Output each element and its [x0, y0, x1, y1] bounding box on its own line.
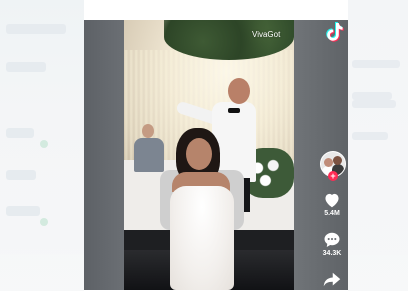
comment-count: 34.3K	[322, 250, 342, 257]
tiktok-embed-page: VivaGot + 5.4M 34.3K	[0, 0, 408, 291]
share-icon	[323, 272, 341, 287]
background-left-panel	[0, 0, 84, 291]
share-button[interactable]	[316, 272, 348, 287]
comment-icon	[324, 232, 340, 247]
like-count: 5.4M	[324, 210, 340, 217]
video-backdrop-left	[84, 20, 124, 290]
tiktok-logo-icon[interactable]	[322, 20, 346, 44]
background-right-panel	[348, 0, 408, 291]
heart-icon	[325, 193, 339, 208]
video-watermark: VivaGot	[252, 30, 281, 39]
video-scene-bride	[162, 128, 244, 290]
follow-plus-icon[interactable]: +	[328, 171, 338, 181]
comment-button[interactable]: 34.3K	[316, 231, 348, 257]
video-player[interactable]: VivaGot	[124, 20, 294, 290]
like-button[interactable]: 5.4M	[316, 192, 348, 217]
